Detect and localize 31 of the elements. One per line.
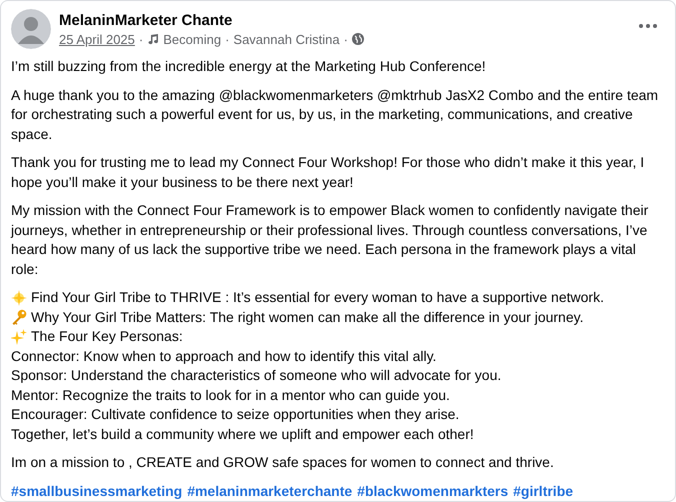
post-line: Together, let’s build a community where we uplift and empower each other! (11, 424, 474, 444)
post-line: Encourager: Cultivate confidence to seize opportunities when they arise. (11, 405, 460, 424)
avatar[interactable] (11, 9, 51, 49)
post-paragraph: Im on a mission to , CREATE and GROW safe spaces for women to connect and thrive. (11, 453, 555, 472)
post-paragraph: My mission with the Connect Four Framework is to empower Black women to confidently navigate their journeys, whether in entrepreneurship or their professional lives. Through countless conversations, I’ve heard how many of us lack the supportive tribe we need. Each persona in the framework plays a vital role: (11, 201, 650, 278)
hashtag-link[interactable]: #smallbusinessmarketing (11, 482, 182, 501)
post-line: The Four Key Personas: (31, 327, 183, 346)
post-line: Find Your Girl Tribe to THRIVE : It’s essential for every woman to have a supportive network. (31, 288, 604, 307)
song-title[interactable]: Becoming (163, 32, 222, 46)
author-name[interactable]: MelaninMarketer Chante (59, 12, 631, 28)
post-line: Why Your Girl Tribe Matters: The right women can make all the difference in your journey. (31, 308, 584, 327)
hashtag-link[interactable]: #blackwomenmarkters (357, 482, 508, 501)
post-line: Sponsor: Understand the characteristics of someone who will advocate for you. (11, 366, 502, 385)
sparkles-icon (11, 328, 27, 345)
post-line: Connector: Know when to approach and how to identify this vital ally. (11, 346, 436, 366)
post-paragraph: Thank you for trusting me to lead my Connect Four Workshop! For those who didn’t make it this year, I hope you’ll make it your business to be there next year! (11, 153, 646, 192)
artist-name[interactable]: Savannah Cristina (233, 32, 340, 46)
more-options-icon[interactable] (639, 24, 657, 28)
separator-dot: · (225, 32, 230, 46)
hashtag-link[interactable]: #melaninmarketerchante (187, 482, 352, 501)
post-line: Mentor: Recognize the traits to look for in a mentor who can guide you. (11, 386, 450, 405)
post-date[interactable]: 25 April 2025 (59, 32, 135, 46)
music-note-icon (147, 33, 160, 45)
hashtag-link[interactable]: #girltribe (513, 482, 574, 501)
post-paragraph: A huge thank you to the amazing @blackwomenmarketers @mktrhub JasX2 Combo and the entire team for orchestrating such a powerful event for us, by us, in the marketing, communications, and creative space. (11, 86, 660, 144)
globe-icon (352, 33, 364, 45)
separator-dot: · (344, 32, 348, 46)
separator-dot: · (138, 32, 144, 46)
post-paragraph: I’m still buzzing from the incredible energy at the Marketing Hub Conference! (11, 57, 487, 76)
star-icon (11, 290, 27, 306)
key-icon (11, 309, 27, 326)
